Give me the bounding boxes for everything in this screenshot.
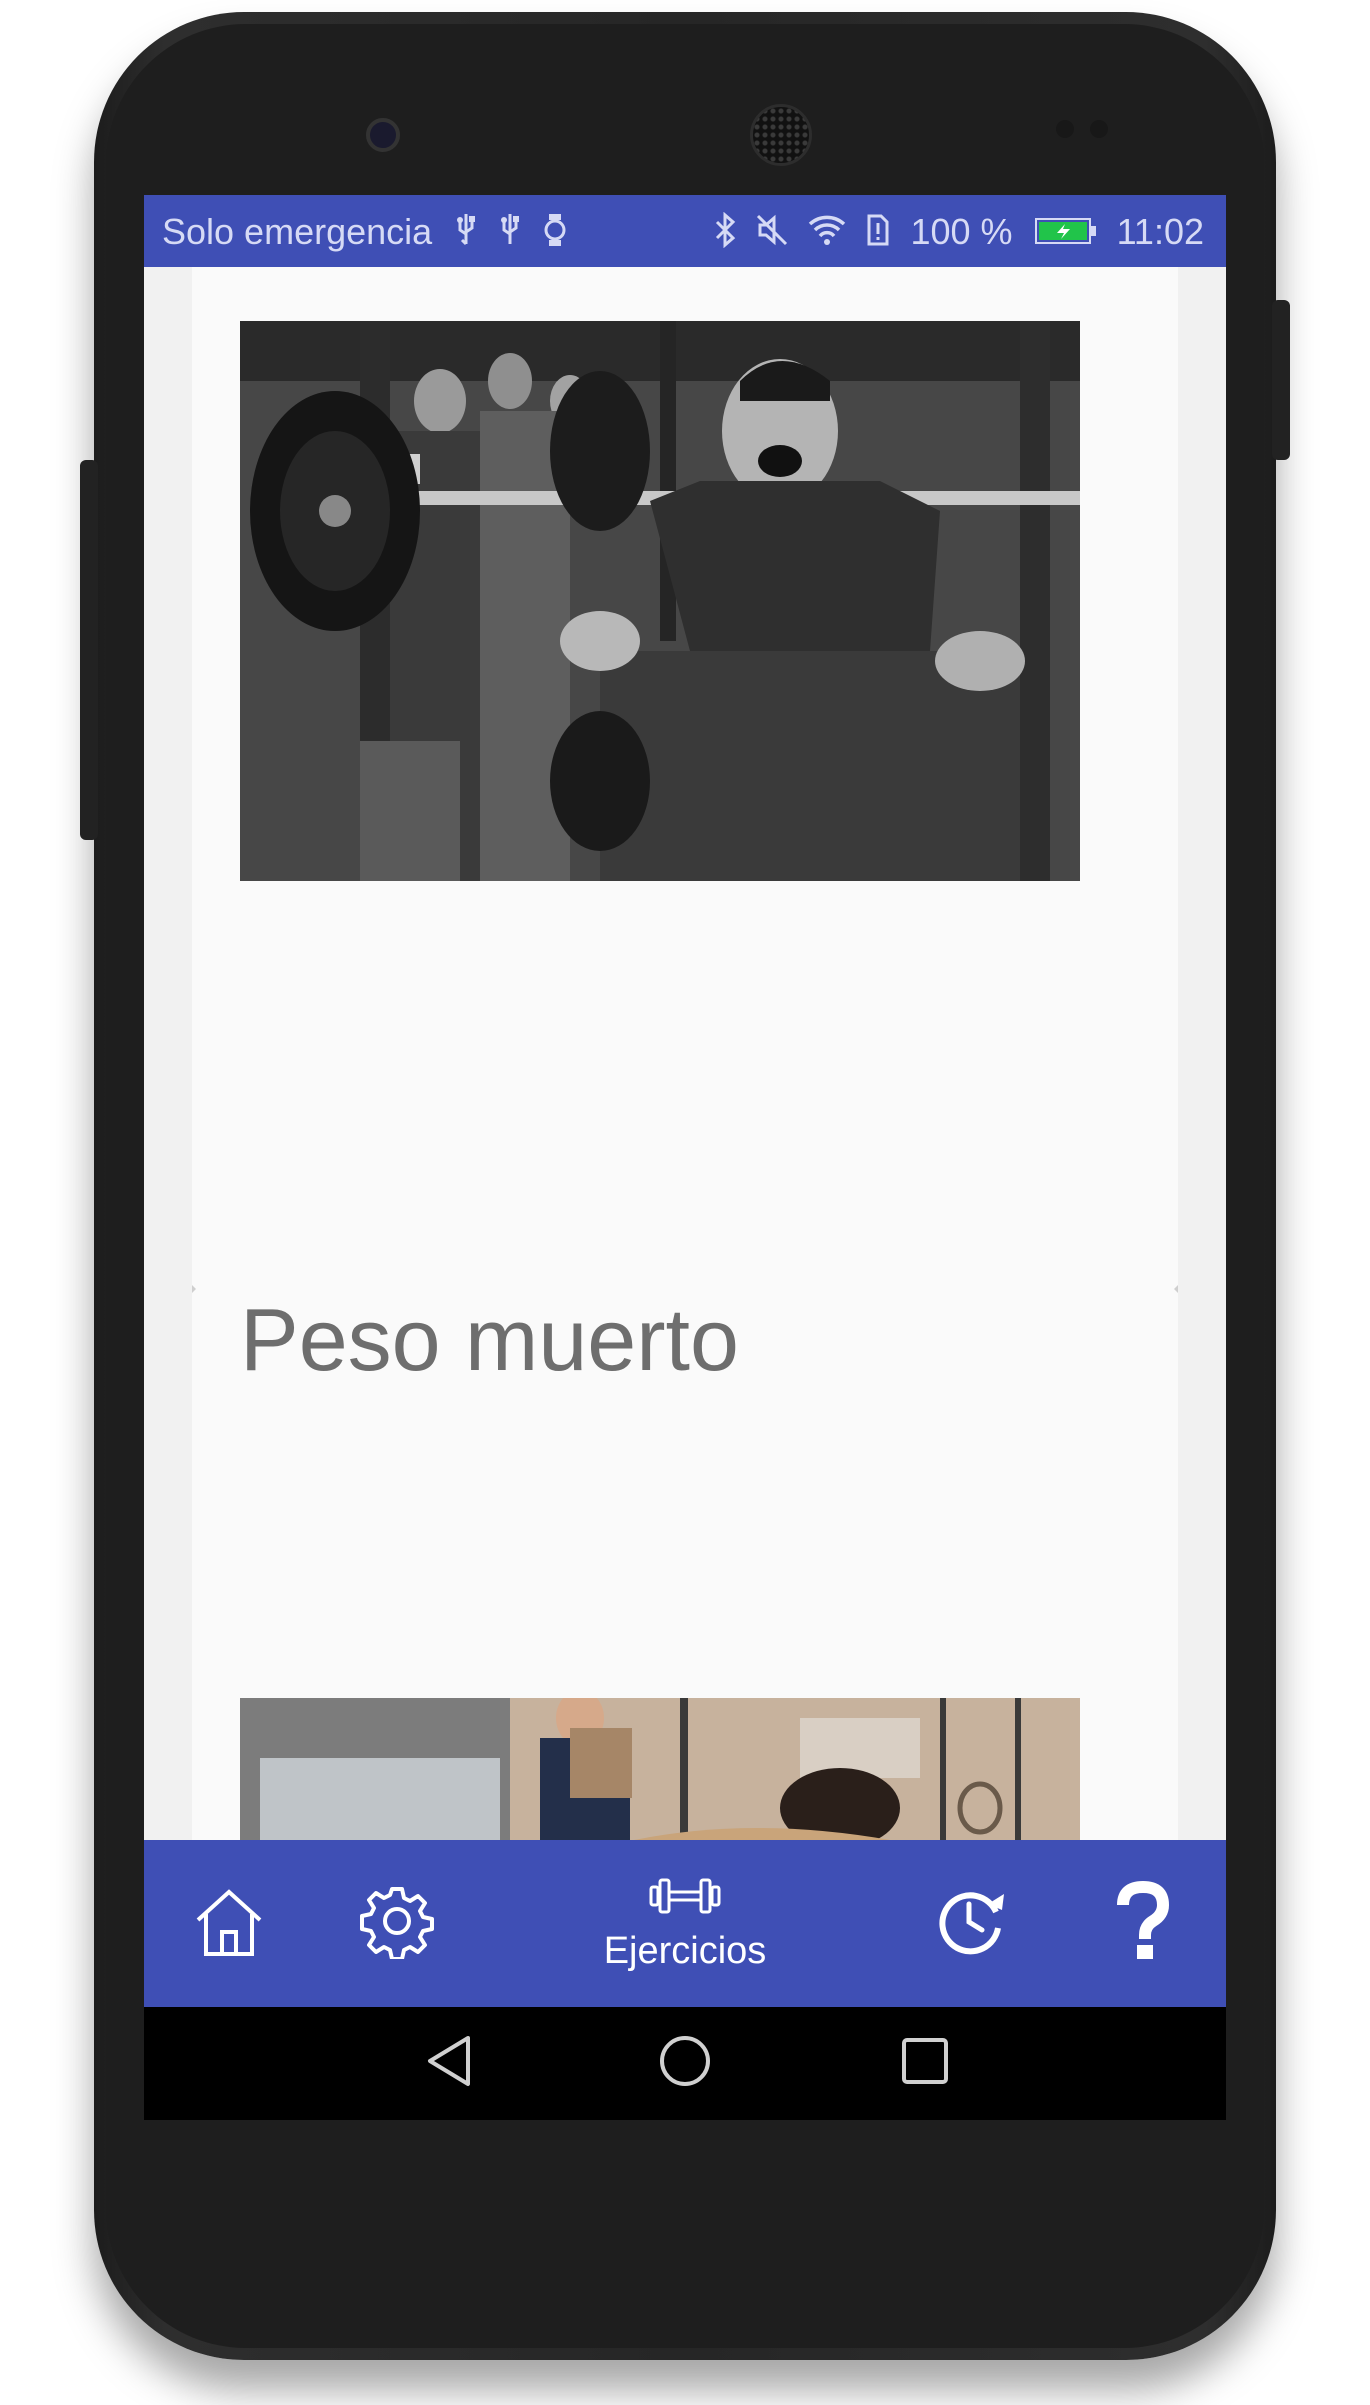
squat-photo[interactable] — [240, 321, 1080, 881]
page-edge-right — [1174, 1285, 1178, 1293]
status-bar: Solo emergencia 100 % 11:02 — [144, 195, 1226, 267]
nav-help[interactable] — [1098, 1840, 1188, 2007]
bottom-navigation: Ejercicios — [144, 1840, 1226, 2007]
back-button[interactable] — [404, 2007, 494, 2120]
recents-button[interactable] — [880, 2007, 970, 2120]
deadlift-photo-art — [240, 1698, 1080, 1840]
mute-icon — [756, 212, 788, 257]
back-icon — [424, 2034, 474, 2093]
recents-icon — [901, 2037, 949, 2090]
battery-icon — [1034, 213, 1097, 255]
screen: Solo emergencia 100 % 11:02 Peso muerto … — [144, 195, 1226, 2120]
front-camera — [366, 118, 400, 152]
volume-button — [80, 460, 98, 840]
exercise-list[interactable]: Peso muerto — [144, 267, 1226, 1840]
nav-home[interactable] — [184, 1840, 274, 2007]
carrier-label: Solo emergencia — [162, 211, 433, 252]
light-sensor — [1090, 120, 1108, 138]
home-icon — [192, 1884, 266, 1963]
watch-icon — [542, 212, 568, 257]
battery-percent: 100 % — [910, 211, 1013, 252]
squat-photo-art — [240, 321, 1080, 881]
nav-exercises-label: Ejercicios — [603, 1929, 767, 1972]
dumbbell-icon — [647, 1875, 723, 1922]
help-icon — [1113, 1880, 1173, 1966]
nav-history[interactable] — [926, 1840, 1016, 2007]
home-button[interactable] — [640, 2007, 730, 2120]
nav-exercises[interactable]: Ejercicios — [574, 1840, 796, 2007]
earpiece-speaker — [750, 104, 812, 166]
bluetooth-icon — [714, 211, 736, 257]
usb-icon — [454, 212, 478, 257]
wifi-icon — [808, 212, 846, 257]
sim-icon — [866, 212, 890, 257]
nav-settings[interactable] — [352, 1840, 442, 2007]
proximity-sensor — [1056, 120, 1074, 138]
page-edge-left — [192, 1285, 196, 1293]
clock: 11:02 — [1116, 211, 1204, 252]
home-circle-icon — [658, 2034, 712, 2093]
gear-icon — [359, 1883, 435, 1964]
exercise-title[interactable]: Peso muerto — [240, 1289, 739, 1391]
deadlift-photo[interactable] — [240, 1698, 1080, 1840]
system-navigation-bar — [144, 2007, 1226, 2120]
power-button — [1272, 300, 1290, 460]
history-icon — [932, 1882, 1010, 1965]
usb-icon — [498, 212, 522, 257]
